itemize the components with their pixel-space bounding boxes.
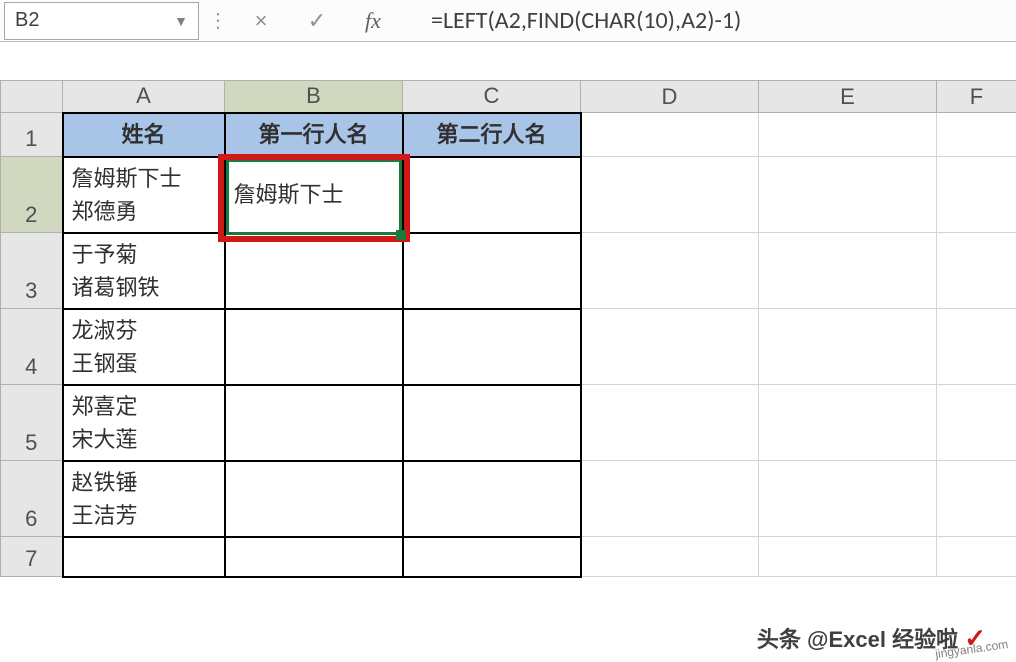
cell-D2[interactable] [581, 157, 759, 233]
col-header-E[interactable]: E [759, 81, 937, 113]
cell-E1[interactable] [759, 113, 937, 157]
cell-D7[interactable] [581, 537, 759, 577]
cell-text: 宋大莲 [72, 427, 138, 452]
name-box-value: B2 [15, 9, 39, 32]
cell-D5[interactable] [581, 385, 759, 461]
cell-text: 王洁芳 [72, 503, 138, 528]
cell-E3[interactable] [759, 233, 937, 309]
cell-B4[interactable] [225, 309, 403, 385]
name-box[interactable]: B2 ▼ [4, 2, 199, 40]
row-header-1[interactable]: 1 [1, 113, 63, 157]
cell-F2[interactable] [937, 157, 1016, 233]
cell-C1[interactable]: 第二行人名 [403, 113, 581, 157]
cell-text: 王钢蛋 [72, 351, 138, 376]
row-header-2[interactable]: 2 [1, 157, 63, 233]
fill-handle[interactable] [396, 230, 406, 240]
fx-icon[interactable]: fx [345, 8, 401, 34]
formula-bar-separator: ⋮ [203, 8, 233, 33]
cell-E6[interactable] [759, 461, 937, 537]
select-all-corner[interactable] [1, 81, 63, 113]
formula-input[interactable]: =LEFT(A2,FIND(CHAR(10),A2)-1) [401, 6, 1016, 35]
cell-F3[interactable] [937, 233, 1016, 309]
cell-C7[interactable] [403, 537, 581, 577]
cell-A2[interactable]: 詹姆斯下士 郑德勇 [63, 157, 225, 233]
cell-text: 郑德勇 [72, 199, 138, 224]
cell-E2[interactable] [759, 157, 937, 233]
cell-E4[interactable] [759, 309, 937, 385]
cell-F5[interactable] [937, 385, 1016, 461]
cell-C5[interactable] [403, 385, 581, 461]
spreadsheet-grid: A B C D E F 1 姓名 第一行人名 第二行人名 2 詹姆斯下士 郑德勇… [0, 80, 1016, 578]
row-header-5[interactable]: 5 [1, 385, 63, 461]
cell-B5[interactable] [225, 385, 403, 461]
cell-text: 赵铁锤 [72, 470, 138, 495]
cell-F1[interactable] [937, 113, 1016, 157]
cell-text: 郑喜定 [72, 394, 138, 419]
table-row: 6 赵铁锤 王洁芳 [1, 461, 1016, 537]
col-header-B[interactable]: B [225, 81, 403, 113]
cell-A6[interactable]: 赵铁锤 王洁芳 [63, 461, 225, 537]
table-row: 5 郑喜定 宋大莲 [1, 385, 1016, 461]
cell-text: 诸葛钢铁 [72, 275, 160, 300]
cell-D6[interactable] [581, 461, 759, 537]
col-header-A[interactable]: A [63, 81, 225, 113]
cell-text: 于予菊 [72, 242, 138, 267]
row-header-4[interactable]: 4 [1, 309, 63, 385]
cell-B7[interactable] [225, 537, 403, 577]
cell-C2[interactable] [403, 157, 581, 233]
cell-B2[interactable]: 詹姆斯下士 [225, 157, 403, 233]
table-row: 7 [1, 537, 1016, 577]
table-row: 4 龙淑芬 王钢蛋 [1, 309, 1016, 385]
table-row: 1 姓名 第一行人名 第二行人名 [1, 113, 1016, 157]
cell-C4[interactable] [403, 309, 581, 385]
name-box-dropdown-icon[interactable]: ▼ [174, 13, 188, 29]
cell-B6[interactable] [225, 461, 403, 537]
cell-E5[interactable] [759, 385, 937, 461]
cell-text: 詹姆斯下士 [72, 166, 182, 191]
cell-A7[interactable] [63, 537, 225, 577]
table-row: 3 于予菊 诸葛钢铁 [1, 233, 1016, 309]
row-header-7[interactable]: 7 [1, 537, 63, 577]
formula-bar: B2 ▼ ⋮ × ✓ fx =LEFT(A2,FIND(CHAR(10),A2)… [0, 0, 1016, 42]
col-header-D[interactable]: D [581, 81, 759, 113]
cell-F7[interactable] [937, 537, 1016, 577]
cell-C6[interactable] [403, 461, 581, 537]
cell-A4[interactable]: 龙淑芬 王钢蛋 [63, 309, 225, 385]
confirm-icon[interactable]: ✓ [289, 8, 345, 34]
table-row: 2 詹姆斯下士 郑德勇 詹姆斯下士 [1, 157, 1016, 233]
col-header-F[interactable]: F [937, 81, 1016, 113]
row-header-6[interactable]: 6 [1, 461, 63, 537]
column-header-row: A B C D E F [1, 81, 1016, 113]
cell-B1[interactable]: 第一行人名 [225, 113, 403, 157]
cell-A1[interactable]: 姓名 [63, 113, 225, 157]
row-header-3[interactable]: 3 [1, 233, 63, 309]
cell-B3[interactable] [225, 233, 403, 309]
cell-E7[interactable] [759, 537, 937, 577]
cancel-icon[interactable]: × [233, 8, 289, 34]
cell-A5[interactable]: 郑喜定 宋大莲 [63, 385, 225, 461]
cell-C3[interactable] [403, 233, 581, 309]
cell-text: 龙淑芬 [72, 318, 138, 343]
col-header-C[interactable]: C [403, 81, 581, 113]
cell-D3[interactable] [581, 233, 759, 309]
cell-F4[interactable] [937, 309, 1016, 385]
cell-A3[interactable]: 于予菊 诸葛钢铁 [63, 233, 225, 309]
cell-F6[interactable] [937, 461, 1016, 537]
cell-D4[interactable] [581, 309, 759, 385]
cell-D1[interactable] [581, 113, 759, 157]
